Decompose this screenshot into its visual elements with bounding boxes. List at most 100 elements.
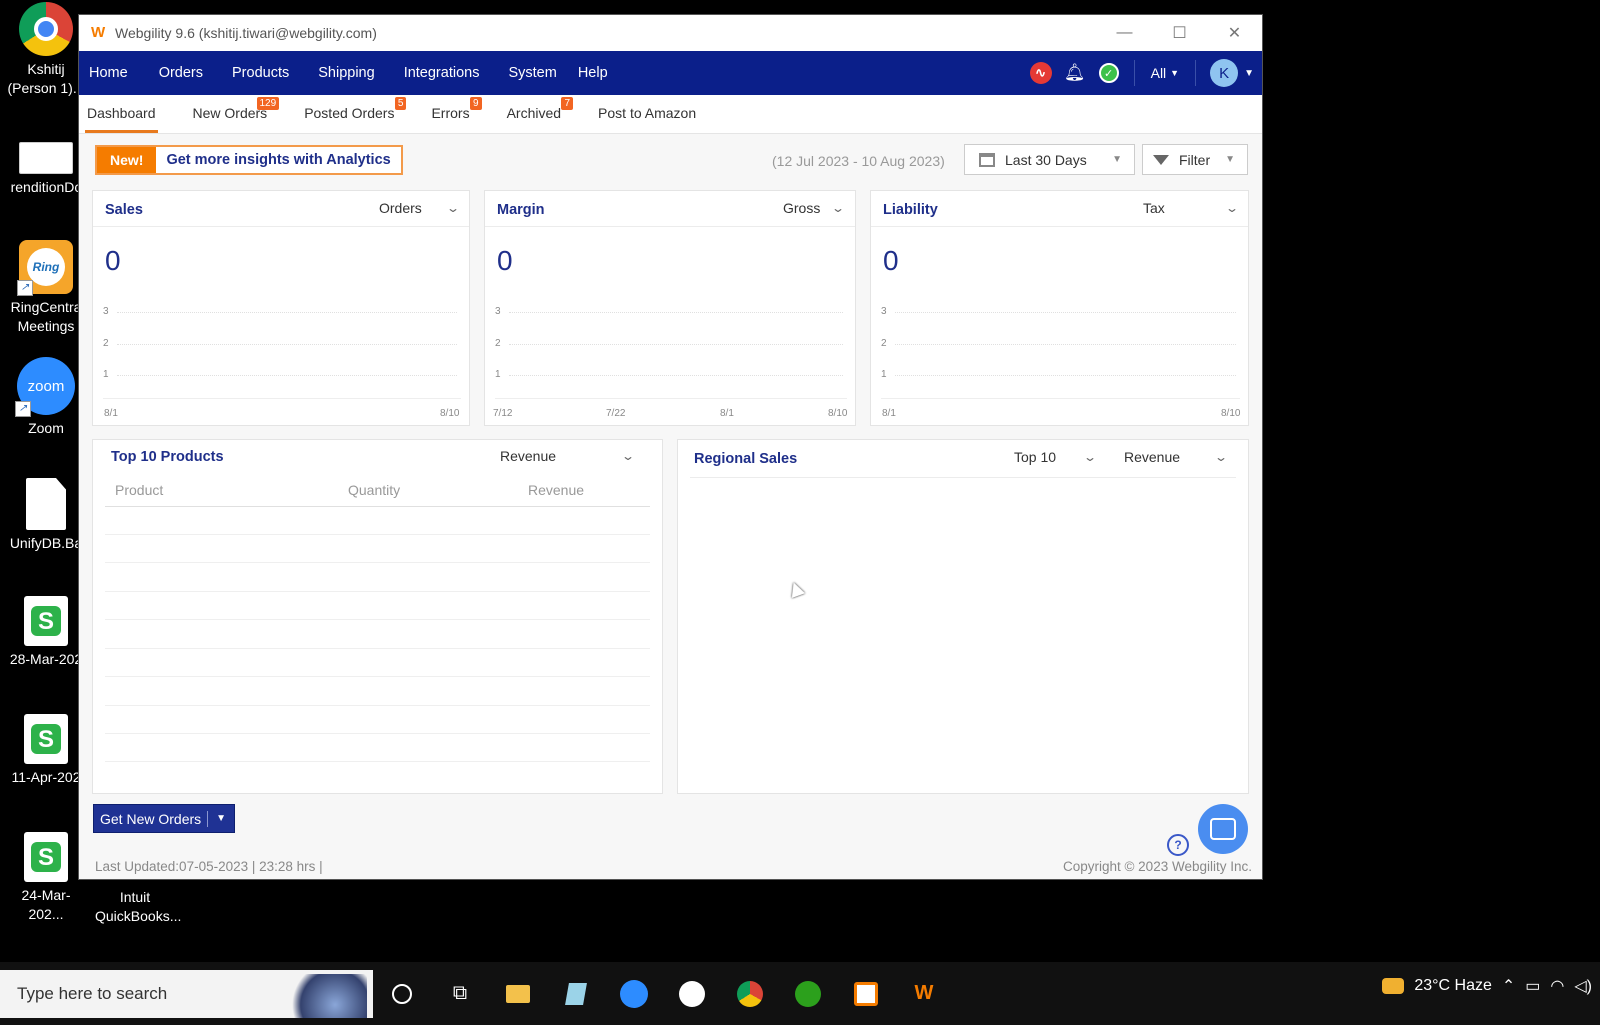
title-bar: W Webgility 9.6 (kshitij.tiwari@webgilit… [79,15,1262,51]
store-filter-label: All [1150,65,1167,81]
avatar[interactable]: K [1210,59,1239,87]
task-view-icon[interactable]: ⧉ [431,970,489,1018]
slack-icon[interactable] [663,970,721,1018]
top-products-card: Top 10 Products Revenue ⌄ Product Quanti… [92,439,663,794]
desktop-icon-sheet-11apr[interactable]: S 11-Apr-202 [6,714,86,787]
column-header[interactable]: Quantity [348,482,400,498]
weather-text[interactable]: 23°C Haze [1414,977,1492,995]
taskbar-search-box[interactable]: Type here to search [0,969,373,1018]
top-products-metric-dropdown[interactable]: Revenue [500,448,556,464]
sales-card: Sales Orders ⌄ 0 3 2 1 8/1 8/10 [92,190,470,426]
liability-metric-dropdown[interactable]: Tax [1143,200,1165,216]
weather-icon [1382,978,1405,994]
shortcut-arrow-icon: ↗ [15,401,31,417]
help-icon[interactable]: ? [1167,834,1189,856]
tab-posted-orders[interactable]: Posted Orders 5 [302,97,407,133]
zoom-icon: zoom ↗ [15,357,75,417]
column-header[interactable]: Product [115,482,163,498]
analytics-promo-banner[interactable]: New! Get more insights with Analytics [95,145,403,175]
desktop-icon-zoom[interactable]: zoom ↗ Zoom [6,357,86,438]
caret-down-icon[interactable]: ▼ [208,813,234,824]
caret-down-icon: ▼ [1170,68,1180,78]
nav-products[interactable]: Products [232,65,306,81]
regional-metric-dropdown[interactable]: Revenue [1124,449,1180,465]
app-window: W Webgility 9.6 (kshitij.tiwari@webgilit… [79,15,1262,879]
tab-errors[interactable]: Errors 9 [429,97,482,133]
file-explorer-icon[interactable] [489,970,547,1018]
table-row [105,677,650,706]
document-icon [19,142,73,174]
card-title: Liability [883,202,938,218]
desktop-icon-quickbooks[interactable]: Intuit QuickBooks... [95,888,181,926]
spreadsheet-icon: S [24,596,68,646]
quickbooks-icon[interactable] [779,970,837,1018]
activity-pulse-icon[interactable]: ∿ [1024,62,1058,84]
chevron-down-icon[interactable]: ⌄ [446,201,460,215]
chrome-icon[interactable] [721,970,779,1018]
margin-metric-dropdown[interactable]: Gross [783,200,820,216]
sync-status-icon[interactable]: ✓ [1092,63,1126,83]
column-header[interactable]: Revenue [528,482,584,498]
minimize-button[interactable]: — [1097,15,1152,51]
chevron-down-icon[interactable]: ⌄ [831,201,845,215]
cortana-icon[interactable] [373,970,431,1018]
system-tray: 23°C Haze ⌃ ▭ ◠ ◁) [1382,962,1600,1010]
volume-icon[interactable]: ◁) [1574,976,1592,996]
nav-home[interactable]: Home [89,65,145,81]
desktop-icon-sheet-24mar[interactable]: S 24-Mar-202... [6,832,86,924]
promo-link[interactable]: Get more insights with Analytics [156,147,400,173]
desktop-icon-label: renditionDc [10,179,82,195]
sales-metric-dropdown[interactable]: Orders [379,200,422,216]
close-button[interactable]: ✕ [1207,15,1262,51]
period-dropdown[interactable]: Last 30 Days ▼ [964,144,1135,175]
caret-down-icon: ▼ [1112,154,1122,165]
file-icon [26,478,66,530]
table-row [105,620,650,649]
notepad-icon[interactable] [547,970,605,1018]
card-divider [485,226,855,227]
chevron-down-icon[interactable]: ⌄ [1214,450,1228,464]
desktop-icon-rendition[interactable]: renditionDc [6,130,86,197]
x-tick: 8/10 [828,408,848,419]
table-row [105,591,650,620]
webgility-icon-2[interactable] [837,970,895,1018]
webgility-icon[interactable]: W [895,970,953,1018]
nav-orders[interactable]: Orders [159,65,220,81]
nav-divider [1133,60,1135,86]
liability-card: Liability Tax ⌄ 0 3 2 1 8/1 8/10 [870,190,1249,426]
desktop-icon-ringcentral[interactable]: Ring ↗ RingCentra Meetings [6,240,86,336]
wifi-icon[interactable]: ◠ [1550,976,1564,996]
tab-new-orders[interactable]: New Orders 129 [191,97,280,133]
chevron-down-icon[interactable]: ⌄ [621,449,635,463]
regional-top-dropdown[interactable]: Top 10 [1014,449,1056,465]
caret-down-icon[interactable]: ▼ [1244,68,1254,79]
nav-shipping[interactable]: Shipping [318,65,391,81]
chat-button[interactable] [1198,804,1248,854]
chevron-down-icon[interactable]: ⌄ [1083,450,1097,464]
get-new-orders-label[interactable]: Get New Orders [94,810,209,827]
battery-icon[interactable]: ▭ [1525,976,1540,996]
calendar-icon [979,152,995,167]
zoom-icon[interactable] [605,970,663,1018]
chevron-up-icon[interactable]: ⌃ [1502,976,1515,996]
nav-integrations[interactable]: Integrations [404,65,497,81]
desktop-icon-chrome-profile[interactable]: Kshitij (Person 1)... [6,2,86,98]
nav-help[interactable]: Help [578,65,625,81]
nav-system[interactable]: System [508,65,573,81]
tab-dashboard[interactable]: Dashboard [85,105,158,133]
desktop-icon-sheet-28mar[interactable]: S 28-Mar-202 [6,596,86,669]
gridline [509,312,843,313]
x-tick: 8/1 [882,408,896,419]
desktop-icon-unifydb[interactable]: UnifyDB.Ba [6,478,86,553]
window-title: Webgility 9.6 (kshitij.tiwari@webgility.… [115,25,377,41]
desktop-icon-label: RingCentra Meetings [10,299,82,334]
chevron-down-icon[interactable]: ⌄ [1225,201,1239,215]
tab-archived[interactable]: Archived 7 [505,97,574,133]
filter-dropdown[interactable]: Filter ▼ [1142,144,1248,175]
date-range-text: (12 Jul 2023 - 10 Aug 2023) [772,153,945,169]
store-filter-dropdown[interactable]: All ▼ [1143,65,1187,81]
get-new-orders-button[interactable]: Get New Orders ▼ [93,804,236,833]
bell-icon[interactable]: 🔔︎ [1058,63,1092,83]
maximize-button[interactable]: ☐ [1152,15,1207,51]
tab-post-to-amazon[interactable]: Post to Amazon [596,105,698,133]
